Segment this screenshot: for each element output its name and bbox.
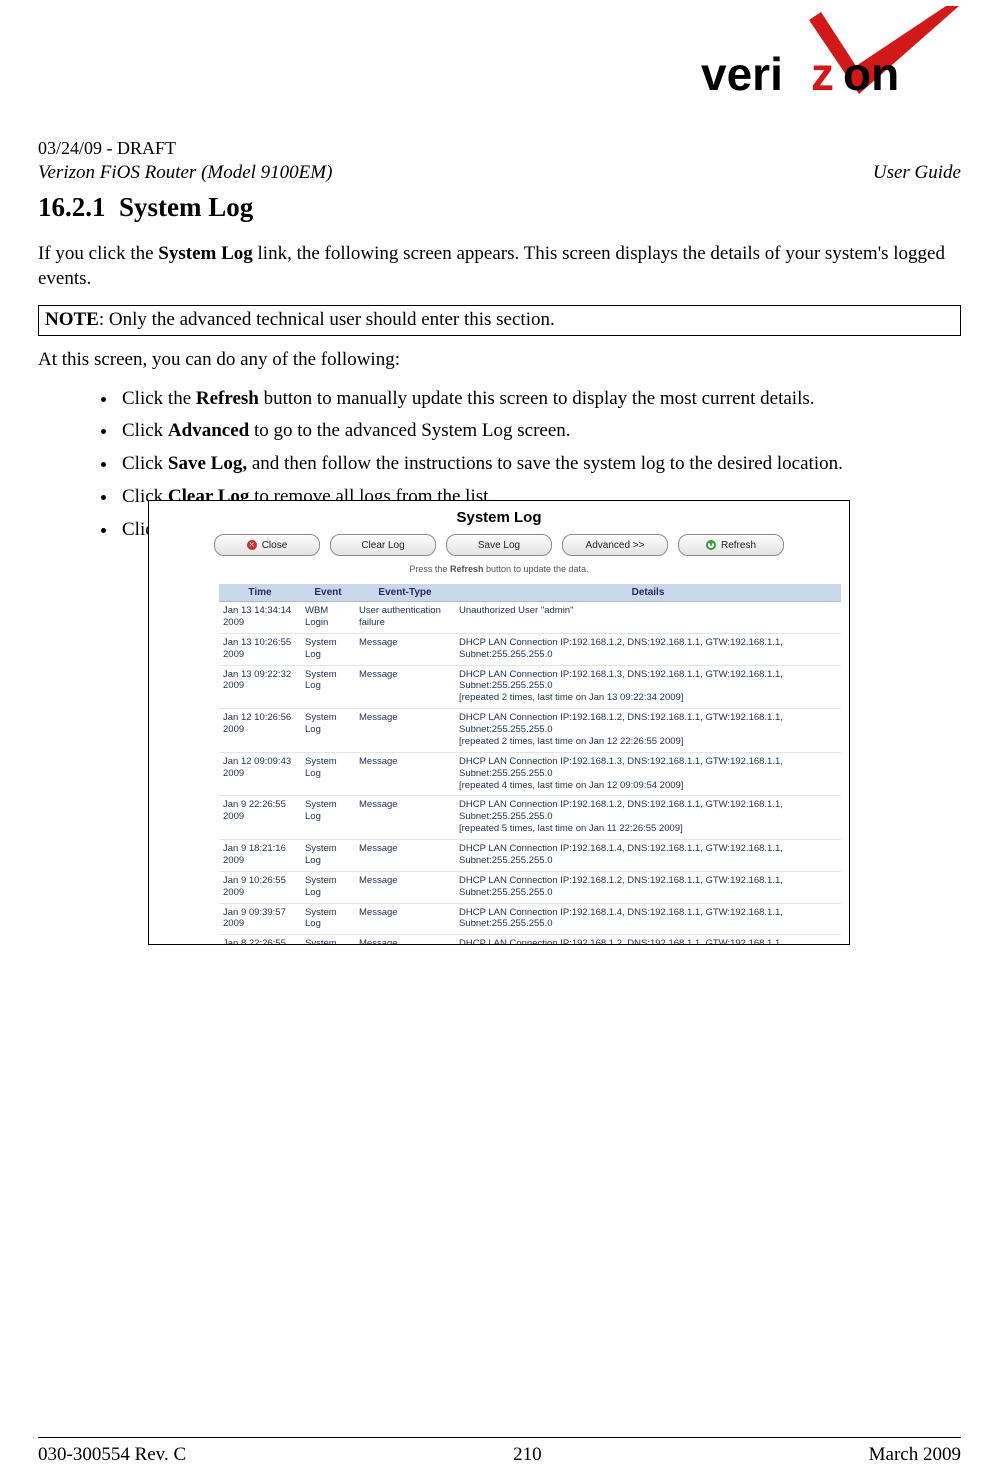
cell-type: Message <box>355 840 455 872</box>
cell-details: DHCP LAN Connection IP:192.168.1.2, DNS:… <box>455 709 841 753</box>
cell-time: Jan 13 10:26:55 2009 <box>219 633 301 665</box>
cell-details: DHCP LAN Connection IP:192.168.1.2, DNS:… <box>455 935 841 944</box>
cell-time: Jan 8 22:26:55 2009 <box>219 935 301 944</box>
table-row: Jan 13 09:22:32 2009System LogMessageDHC… <box>219 665 841 709</box>
cell-details: DHCP LAN Connection IP:192.168.1.3, DNS:… <box>455 665 841 709</box>
table-row: Jan 9 09:39:57 2009System LogMessageDHCP… <box>219 903 841 935</box>
close-icon <box>247 540 257 550</box>
table-row: Jan 13 10:26:55 2009System LogMessageDHC… <box>219 633 841 665</box>
svg-text:z: z <box>811 48 834 100</box>
table-row: Jan 8 22:26:55 2009System LogMessageDHCP… <box>219 935 841 944</box>
intro-paragraph: If you click the System Log link, the fo… <box>38 242 961 291</box>
section-heading: 16.2.1 System Log <box>38 192 253 223</box>
screenshot-title: System Log <box>149 501 849 532</box>
cell-event: System Log <box>301 796 355 840</box>
cell-time: Jan 12 10:26:56 2009 <box>219 709 301 753</box>
cell-time: Jan 9 09:39:57 2009 <box>219 903 301 935</box>
cell-time: Jan 12 09:09:43 2009 <box>219 752 301 796</box>
verizon-logo: veri z on <box>701 2 961 102</box>
table-row: Jan 12 09:09:43 2009System LogMessageDHC… <box>219 752 841 796</box>
cell-time: Jan 9 10:26:55 2009 <box>219 871 301 903</box>
clear-log-button[interactable]: Clear Log <box>330 534 436 556</box>
table-row: Jan 12 10:26:56 2009System LogMessageDHC… <box>219 709 841 753</box>
cell-type: Message <box>355 935 455 944</box>
cell-details: DHCP LAN Connection IP:192.168.1.2, DNS:… <box>455 633 841 665</box>
cell-details: Unauthorized User "admin" <box>455 602 841 634</box>
system-log-screenshot: System Log Close Clear Log Save Log Adva… <box>148 500 850 945</box>
close-button[interactable]: Close <box>214 534 320 556</box>
screenshot-toolbar: Close Clear Log Save Log Advanced >> Ref… <box>149 532 849 560</box>
refresh-button[interactable]: Refresh <box>678 534 784 556</box>
table-row: Jan 9 10:26:55 2009System LogMessageDHCP… <box>219 871 841 903</box>
save-log-button[interactable]: Save Log <box>446 534 552 556</box>
list-item: Click Save Log, and then follow the inst… <box>118 452 961 477</box>
cell-event: System Log <box>301 903 355 935</box>
cell-type: Message <box>355 709 455 753</box>
cell-time: Jan 9 22:26:55 2009 <box>219 796 301 840</box>
footer-left: 030-300554 Rev. C <box>38 1444 186 1466</box>
svg-text:on: on <box>843 48 899 100</box>
cell-time: Jan 9 18:21:16 2009 <box>219 840 301 872</box>
col-details: Details <box>455 584 841 602</box>
cell-time: Jan 13 14:34:14 2009 <box>219 602 301 634</box>
footer-right: March 2009 <box>869 1444 961 1466</box>
cell-type: Message <box>355 903 455 935</box>
col-type: Event-Type <box>355 584 455 602</box>
table-row: Jan 13 14:34:14 2009WBM LoginUser authen… <box>219 602 841 634</box>
lead-in: At this screen, you can do any of the fo… <box>38 348 961 373</box>
list-item: Click Advanced to go to the advanced Sys… <box>118 419 961 444</box>
cell-event: System Log <box>301 840 355 872</box>
page-footer: 030-300554 Rev. C 210 March 2009 <box>38 1444 961 1466</box>
cell-event: System Log <box>301 665 355 709</box>
draft-date: 03/24/09 - DRAFT <box>38 138 176 159</box>
footer-center: 210 <box>513 1444 542 1466</box>
svg-text:veri: veri <box>701 48 783 100</box>
cell-event: System Log <box>301 633 355 665</box>
advanced-button[interactable]: Advanced >> <box>562 534 668 556</box>
cell-details: DHCP LAN Connection IP:192.168.1.2, DNS:… <box>455 796 841 840</box>
note-box: NOTE: Only the advanced technical user s… <box>38 305 961 336</box>
cell-type: Message <box>355 665 455 709</box>
cell-time: Jan 13 09:22:32 2009 <box>219 665 301 709</box>
cell-event: System Log <box>301 709 355 753</box>
doc-role: User Guide <box>873 162 961 184</box>
doc-title: Verizon FiOS Router (Model 9100EM) <box>38 162 332 184</box>
cell-event: System Log <box>301 752 355 796</box>
cell-details: DHCP LAN Connection IP:192.168.1.2, DNS:… <box>455 871 841 903</box>
cell-type: Message <box>355 633 455 665</box>
cell-type: Message <box>355 752 455 796</box>
cell-event: WBM Login <box>301 602 355 634</box>
col-time: Time <box>219 584 301 602</box>
footer-rule <box>38 1437 961 1438</box>
cell-type: Message <box>355 796 455 840</box>
screenshot-hint: Press the Refresh button to update the d… <box>149 560 849 584</box>
cell-type: Message <box>355 871 455 903</box>
table-row: Jan 9 18:21:16 2009System LogMessageDHCP… <box>219 840 841 872</box>
cell-details: DHCP LAN Connection IP:192.168.1.4, DNS:… <box>455 903 841 935</box>
table-row: Jan 9 22:26:55 2009System LogMessageDHCP… <box>219 796 841 840</box>
cell-details: DHCP LAN Connection IP:192.168.1.3, DNS:… <box>455 752 841 796</box>
cell-event: System Log <box>301 935 355 944</box>
list-item: Click the Refresh button to manually upd… <box>118 387 961 412</box>
log-table: Time Event Event-Type Details Jan 13 14:… <box>219 584 841 944</box>
cell-type: User authentication failure <box>355 602 455 634</box>
refresh-icon <box>706 540 716 550</box>
cell-details: DHCP LAN Connection IP:192.168.1.4, DNS:… <box>455 840 841 872</box>
col-event: Event <box>301 584 355 602</box>
cell-event: System Log <box>301 871 355 903</box>
